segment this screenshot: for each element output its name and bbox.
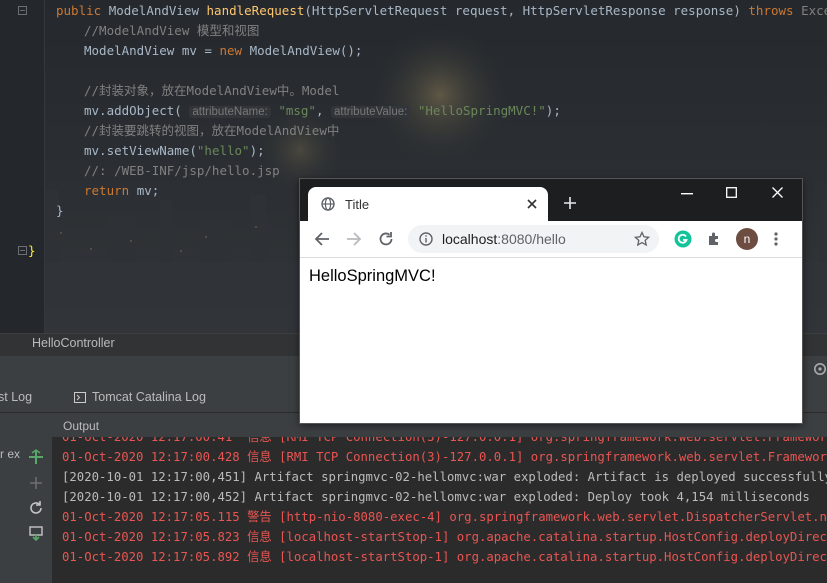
parameter-hint: attributeName: (189, 106, 271, 118)
code-line-set-view-name[interactable]: mv.setViewName("hello"); (84, 141, 265, 161)
editor-gutter (0, 0, 45, 333)
close-tab-icon[interactable] (527, 199, 537, 209)
code-line-add-object[interactable]: mv.addObject( attributeName: "msg", attr… (84, 101, 561, 121)
reload-icon[interactable] (378, 231, 394, 247)
code-line-method-signature[interactable]: public ModelAndView handleRequest(HttpSe… (56, 1, 827, 21)
browser-window[interactable]: Title localhost:8080/hello n HelloSpring… (300, 179, 802, 423)
console-output[interactable]: 01-Oct-2020 12:17:00.41 信息 [RMI TCP Conn… (52, 437, 827, 583)
new-tab-icon[interactable] (563, 196, 577, 210)
console-line: 01-Oct-2020 12:17:05.115 警告 [http-nio-80… (62, 510, 827, 524)
browser-toolbar: localhost:8080/hello n (300, 221, 802, 258)
console-line: 01-Oct-2020 12:17:05.892 信息 [localhost-s… (62, 550, 827, 564)
breadcrumb-class[interactable]: HelloController (32, 336, 115, 350)
parameter-hint: attributeValue: (331, 106, 411, 118)
address-bar[interactable]: localhost:8080/hello (408, 225, 659, 253)
globe-icon (321, 197, 335, 211)
maximize-icon[interactable] (726, 187, 737, 198)
console-line: [2020-10-01 12:17:00,452] Artifact sprin… (62, 490, 810, 504)
browser-titlebar[interactable]: Title (300, 179, 802, 221)
deploy-icon[interactable] (28, 449, 44, 465)
fold-end-icon[interactable] (18, 246, 27, 255)
site-info-icon[interactable] (419, 232, 433, 246)
minimize-icon[interactable] (681, 193, 693, 195)
code-line-comment[interactable]: //ModelAndView 模型和视图 (84, 21, 259, 41)
output-label: Output (63, 419, 100, 433)
console-icon (74, 392, 86, 403)
profile-avatar[interactable]: n (736, 228, 758, 250)
code-line-comment[interactable]: //封装要跳转的视图，放在ModelAndView中 (84, 121, 339, 141)
console-line: 01-Oct-2020 12:17:00.41 信息 [RMI TCP Conn… (62, 437, 827, 444)
console-line: 01-Oct-2020 12:17:00.428 信息 [RMI TCP Con… (62, 450, 827, 464)
update-app-icon[interactable] (28, 525, 44, 541)
close-window-icon[interactable] (772, 187, 783, 198)
run-toolbar: r ex (0, 437, 53, 583)
tab-tomcat-catalina-log[interactable]: Tomcat Catalina Log (92, 390, 206, 404)
code-line-close-brace[interactable]: } (56, 201, 64, 221)
tab-title: Title (345, 197, 370, 212)
refresh-icon[interactable] (28, 500, 44, 516)
code-line-return[interactable]: return mv; (84, 181, 159, 201)
grammarly-extension-icon[interactable] (674, 230, 692, 248)
forward-icon[interactable] (346, 231, 362, 247)
page-content-text: HelloSpringMVC! (309, 267, 436, 285)
browser-tab[interactable]: Title (308, 187, 548, 221)
code-line-new-modelandview[interactable]: ModelAndView mv = new ModelAndView(); (84, 41, 362, 61)
run-config-label: r ex (0, 447, 21, 461)
extensions-icon[interactable] (706, 231, 722, 247)
tab-server-log[interactable]: st Log (0, 390, 32, 404)
code-line-close-brace[interactable]: } (28, 241, 36, 261)
settings-icon[interactable] (813, 362, 827, 376)
console-line: [2020-10-01 12:17:00,451] Artifact sprin… (62, 470, 827, 484)
code-line-comment[interactable]: //: /WEB-INF/jsp/hello.jsp (84, 161, 280, 181)
url-text[interactable]: localhost:8080/hello (442, 231, 566, 247)
fold-marker-icon[interactable] (18, 6, 27, 15)
back-icon[interactable] (314, 231, 330, 247)
code-line-comment[interactable]: //封装对象，放在ModelAndView中。Model (84, 81, 340, 101)
move-icon[interactable] (28, 475, 44, 491)
bookmark-star-icon[interactable] (634, 231, 650, 247)
console-line: 01-Oct-2020 12:17:05.823 信息 [localhost-s… (62, 530, 827, 544)
menu-more-icon[interactable] (774, 231, 778, 247)
